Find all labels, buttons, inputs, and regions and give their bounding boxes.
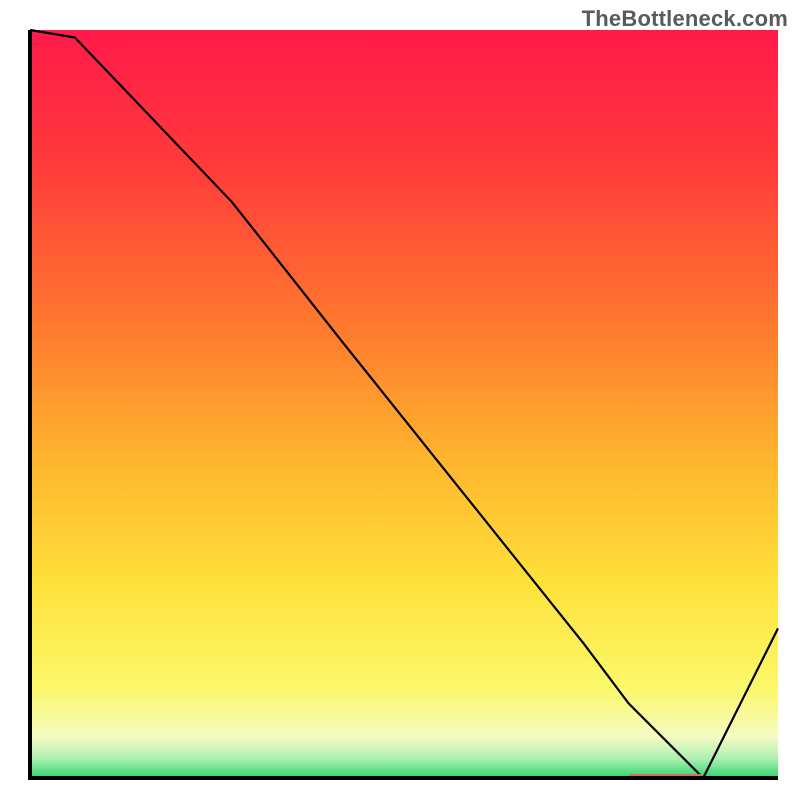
chart-container: TheBottleneck.com xyxy=(0,0,800,800)
watermark-text: TheBottleneck.com xyxy=(582,6,788,32)
chart-svg xyxy=(28,28,780,780)
chart-plot-area xyxy=(28,28,780,780)
chart-background xyxy=(30,30,778,778)
